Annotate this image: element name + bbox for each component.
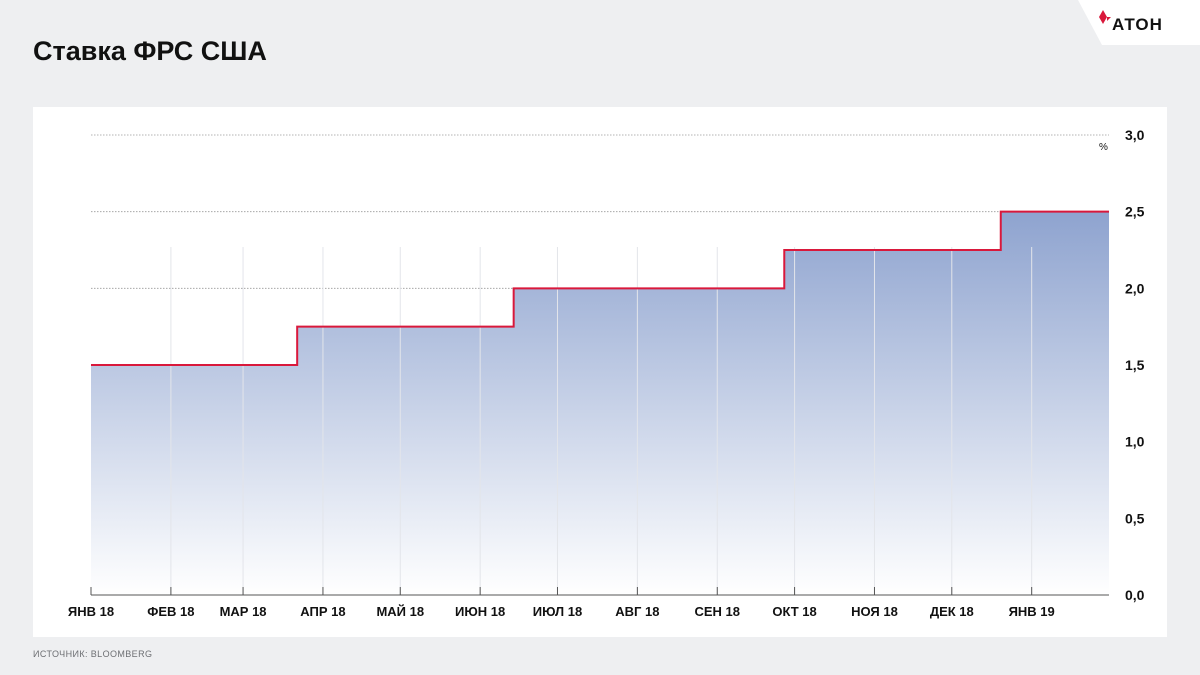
y-tick-label: 0,0 <box>1125 587 1145 603</box>
source-note: ИСТОЧНИК: BLOOMBERG <box>33 649 153 659</box>
y-axis-labels: 0,0 0,5 1,0 1,5 2,0 2,5 3,0 <box>1125 127 1145 603</box>
x-tick-label: АВГ 18 <box>615 604 659 619</box>
x-tick-label: ОКТ 18 <box>772 604 816 619</box>
y-tick-label: 2,0 <box>1125 280 1145 296</box>
chart-plot: ЯНВ 18 ФЕВ 18 МАР 18 АПР 18 МАЙ 18 ИЮН 18 ИЮЛ … <box>68 127 1145 619</box>
logo-text: АТОН <box>1112 15 1163 34</box>
y-axis-unit: % <box>1099 142 1108 153</box>
y-tick-label: 3,0 <box>1125 127 1145 143</box>
y-tick-label: 1,0 <box>1125 434 1145 450</box>
x-tick-label: ДЕК 18 <box>930 604 974 619</box>
rate-area <box>91 211 1109 595</box>
y-tick-label: 1,5 <box>1125 357 1145 373</box>
x-tick-label: ИЮН 18 <box>455 604 505 619</box>
logo: АТОН <box>1078 0 1200 45</box>
chart-title: Ставка ФРС США <box>33 36 267 66</box>
x-tick-label: МАЙ 18 <box>376 604 424 619</box>
chart-panel: ЯНВ 18 ФЕВ 18 МАР 18 АПР 18 МАЙ 18 ИЮН 18 ИЮЛ … <box>33 107 1167 637</box>
x-tick-label: ФЕВ 18 <box>147 604 194 619</box>
x-tick-label: ЯНВ 18 <box>68 604 114 619</box>
x-tick-label: ИЮЛ 18 <box>533 604 582 619</box>
x-tick-label: АПР 18 <box>300 604 345 619</box>
x-tick-label: СЕН 18 <box>694 604 740 619</box>
x-tick-label: ЯНВ 19 <box>1009 604 1055 619</box>
x-tick-label: НОЯ 18 <box>851 604 898 619</box>
x-tick-label: МАР 18 <box>220 604 267 619</box>
y-tick-label: 2,5 <box>1125 204 1145 220</box>
y-tick-label: 0,5 <box>1125 510 1145 526</box>
